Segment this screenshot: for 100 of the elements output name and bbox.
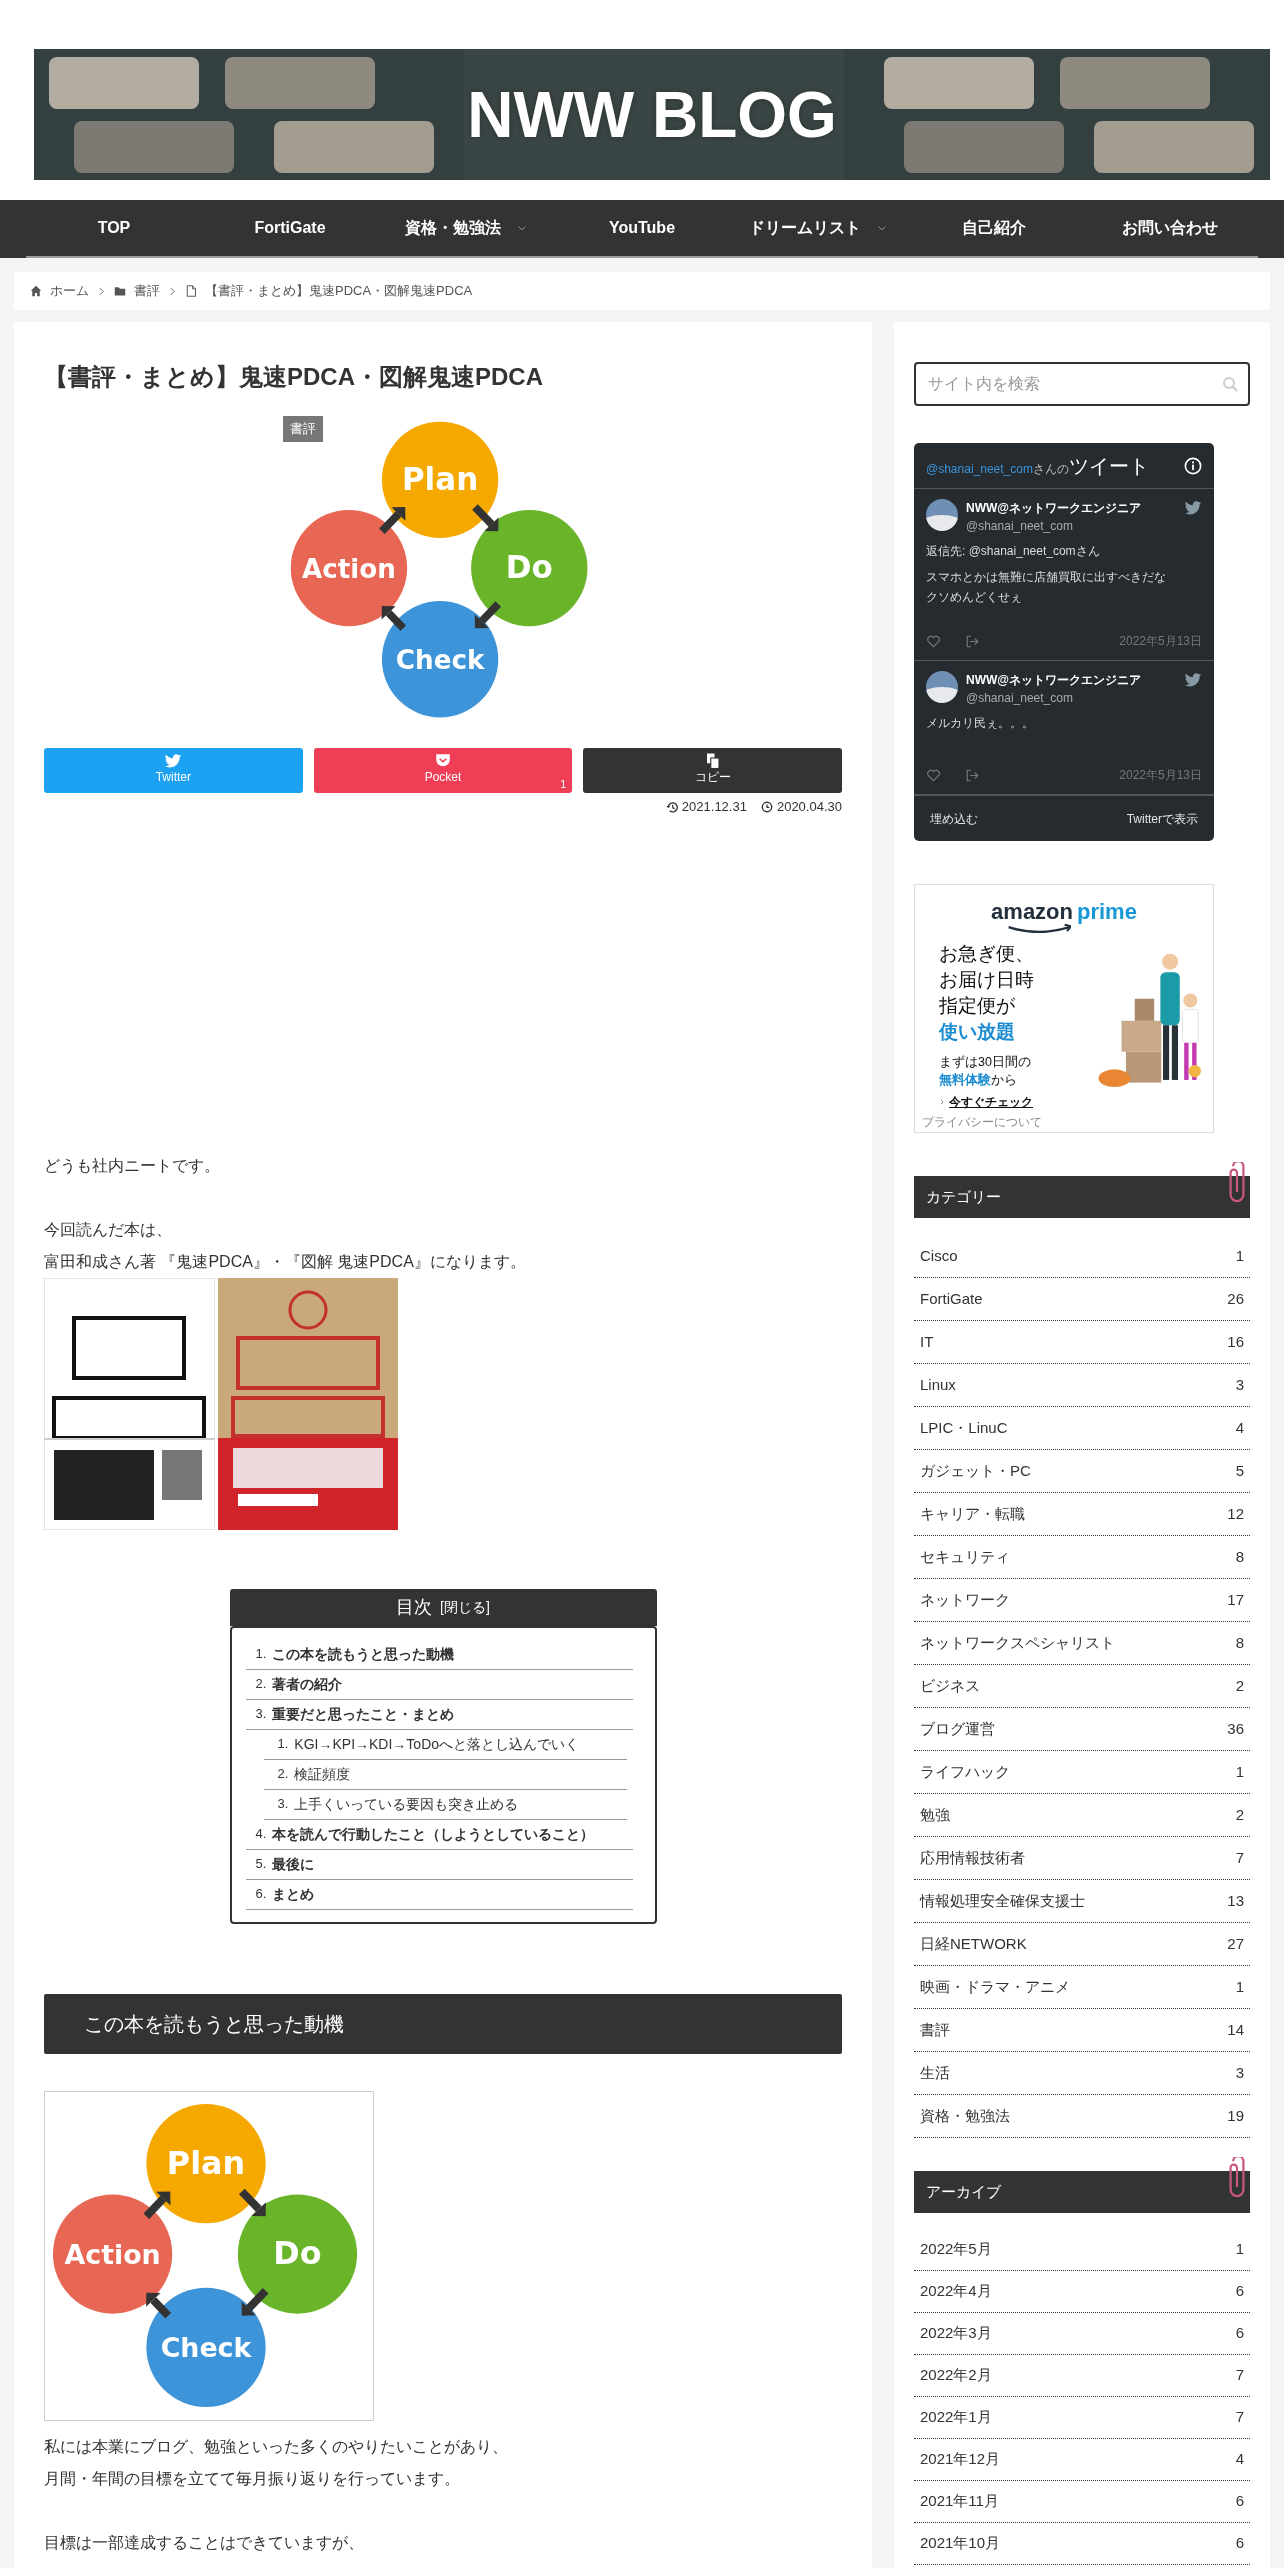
toc-link[interactable]: 上手くいっている要因も突き止める — [294, 1793, 519, 1815]
toc-number: 3. — [277, 1795, 289, 1814]
tweet-text: スマホとかは無難に店舗買取に出すべきだな クソめんどくせぇ — [926, 569, 1167, 606]
list-item[interactable]: 2022年1月 7 — [914, 2397, 1250, 2439]
paperclip-icon — [1228, 2157, 1246, 2199]
list-item[interactable]: ビジネス 2 — [914, 1665, 1250, 1708]
list-item[interactable]: Linux 3 — [914, 1364, 1250, 1407]
home-icon — [30, 285, 42, 297]
list-item[interactable]: 2022年5月 1 — [914, 2229, 1250, 2271]
ad-banner[interactable]: amazon prime お急ぎ便、 お届け日時 指定便が 使い放題 まずは30日間の 無料体験から 今すぐチェック プライバシーについて — [914, 884, 1214, 1133]
account-link[interactable]: @shanai_neet_com — [926, 459, 1033, 478]
toc-link[interactable]: KGI→KPI→KDI→ToDoへと落とし込んでいく — [294, 1733, 580, 1755]
share-icon[interactable] — [965, 633, 980, 649]
toc-link[interactable]: 重要だと思ったこと・まとめ — [272, 1703, 455, 1725]
category-label[interactable]: 書評 — [283, 416, 323, 442]
search-field[interactable]: サイト内を検索 — [914, 362, 1250, 406]
author-handle[interactable]: @shanai_neet_com — [966, 689, 1176, 707]
list-item[interactable]: ライフハック 1 — [914, 1751, 1250, 1794]
toc-link[interactable]: この本を読もうと思った動機 — [272, 1643, 455, 1665]
brand-name: amazon — [991, 901, 1073, 923]
nav-link[interactable]: TOP — [97, 216, 131, 240]
avatar[interactable] — [926, 671, 958, 703]
ad-link[interactable]: 今すぐチェック — [949, 1093, 1033, 1111]
item-label: ガジェット・PC — [920, 1460, 1031, 1481]
list-item[interactable]: 勉強 2 — [914, 1794, 1250, 1837]
item-label: ビジネス — [920, 1675, 980, 1696]
nav-link[interactable]: FortiGate — [254, 216, 326, 240]
diagram-label: Do — [505, 548, 553, 585]
list-item[interactable]: 書評 14 — [914, 2009, 1250, 2052]
arrow — [472, 504, 499, 532]
list-item[interactable]: FortiGate 26 — [914, 1278, 1250, 1321]
nav-link[interactable]: ドリームリスト — [749, 216, 861, 240]
item-label: 応用情報技術者 — [920, 1847, 1025, 1868]
list-item[interactable]: IT 16 — [914, 1321, 1250, 1364]
heart-icon[interactable] — [926, 633, 941, 649]
diagram-label: Check — [395, 644, 485, 675]
diagram-label: Action — [64, 2238, 161, 2270]
author-handle[interactable]: @shanai_neet_com — [966, 517, 1176, 535]
nav-link[interactable]: お問い合わせ — [1122, 216, 1218, 240]
list-item[interactable]: ガジェット・PC 5 — [914, 1450, 1250, 1493]
share-icon[interactable] — [965, 767, 980, 783]
list-item[interactable]: 資格・勉強法 19 — [914, 2095, 1250, 2138]
history-icon — [665, 800, 678, 813]
author-name[interactable]: NWW@ネットワークエンジニア — [966, 671, 1176, 689]
breadcrumb-link[interactable]: 書評 — [134, 281, 160, 301]
bird-icon — [164, 752, 183, 770]
item-count: 16 — [1227, 1331, 1244, 1352]
list-item[interactable]: 情報処理安全確保支援士 13 — [914, 1880, 1250, 1923]
item-count: 6 — [1235, 2323, 1244, 2344]
toc-link[interactable]: 本を読んで行動したこと（しようとしていること） — [272, 1823, 595, 1845]
list-item[interactable]: 2022年2月 7 — [914, 2355, 1250, 2397]
item-count: 7 — [1235, 2365, 1244, 2386]
nav-link[interactable]: 自己紹介 — [962, 216, 1026, 240]
chevron-icon — [168, 286, 177, 296]
nav-link[interactable]: 資格・勉強法 — [405, 216, 501, 240]
share-button[interactable]: Pocket 1 — [313, 748, 573, 793]
item-count: 36 — [1227, 1718, 1244, 1739]
list-item[interactable]: 応用情報技術者 7 — [914, 1837, 1250, 1880]
item-label: 2021年10月 — [920, 2533, 1001, 2554]
list-item[interactable]: ネットワークスペシャリスト 8 — [914, 1622, 1250, 1665]
footer-link[interactable]: 埋め込む — [930, 809, 978, 828]
toc-link[interactable]: 検証頻度 — [294, 1763, 351, 1785]
ad-text: お急ぎ便、 — [939, 943, 1034, 964]
footer-link[interactable]: Twitterで表示 — [1126, 809, 1198, 828]
toc-link[interactable]: 最後に — [272, 1853, 315, 1875]
list-item[interactable]: 2021年11月 6 — [914, 2481, 1250, 2523]
list-item[interactable]: Cisco 1 — [914, 1235, 1250, 1278]
arrow — [474, 601, 502, 629]
bird-icon[interactable] — [1184, 499, 1202, 517]
list-item[interactable]: 2022年4月 6 — [914, 2271, 1250, 2313]
list-item[interactable]: 映画・ドラマ・アニメ 1 — [914, 1966, 1250, 2009]
author-name[interactable]: NWW@ネットワークエンジニア — [966, 499, 1176, 517]
list-item[interactable]: セキュリティ 8 — [914, 1536, 1250, 1579]
item-count: 26 — [1227, 1288, 1244, 1309]
arrow — [146, 2292, 172, 2318]
list-item[interactable]: ブログ運営 36 — [914, 1708, 1250, 1751]
toc-link[interactable]: 著者の紹介 — [272, 1673, 343, 1695]
list-item[interactable]: キャリア・転職 12 — [914, 1493, 1250, 1536]
item-count: 17 — [1227, 1589, 1244, 1610]
article-title: 【書評・まとめ】鬼速PDCA・図解鬼速PDCA — [44, 362, 544, 392]
toc-link[interactable]: まとめ — [272, 1883, 315, 1905]
list-item[interactable]: 2021年12月 4 — [914, 2439, 1250, 2481]
avatar[interactable] — [926, 499, 958, 531]
list-item[interactable]: 生活 3 — [914, 2052, 1250, 2095]
breadcrumb-link[interactable]: ホーム — [50, 281, 89, 301]
share-button[interactable]: コピー — [583, 748, 842, 793]
clock-icon — [760, 800, 773, 813]
plan-name: prime — [1077, 901, 1137, 923]
nav-link[interactable]: YouTube — [608, 216, 676, 240]
bird-icon[interactable] — [1184, 671, 1202, 689]
heart-icon[interactable] — [926, 767, 941, 783]
item-label: 生活 — [920, 2062, 950, 2083]
item-label: 2022年2月 — [920, 2365, 992, 2386]
list-item[interactable]: LPIC・LinuC 4 — [914, 1407, 1250, 1450]
list-item[interactable]: 2021年10月 6 — [914, 2523, 1250, 2565]
list-item[interactable]: 日経NETWORK 27 — [914, 1923, 1250, 1966]
toc-toggle[interactable]: [閉じる] — [440, 1596, 490, 1618]
list-item[interactable]: ネットワーク 17 — [914, 1579, 1250, 1622]
list-item[interactable]: 2022年3月 6 — [914, 2313, 1250, 2355]
info-icon[interactable] — [1184, 456, 1202, 475]
